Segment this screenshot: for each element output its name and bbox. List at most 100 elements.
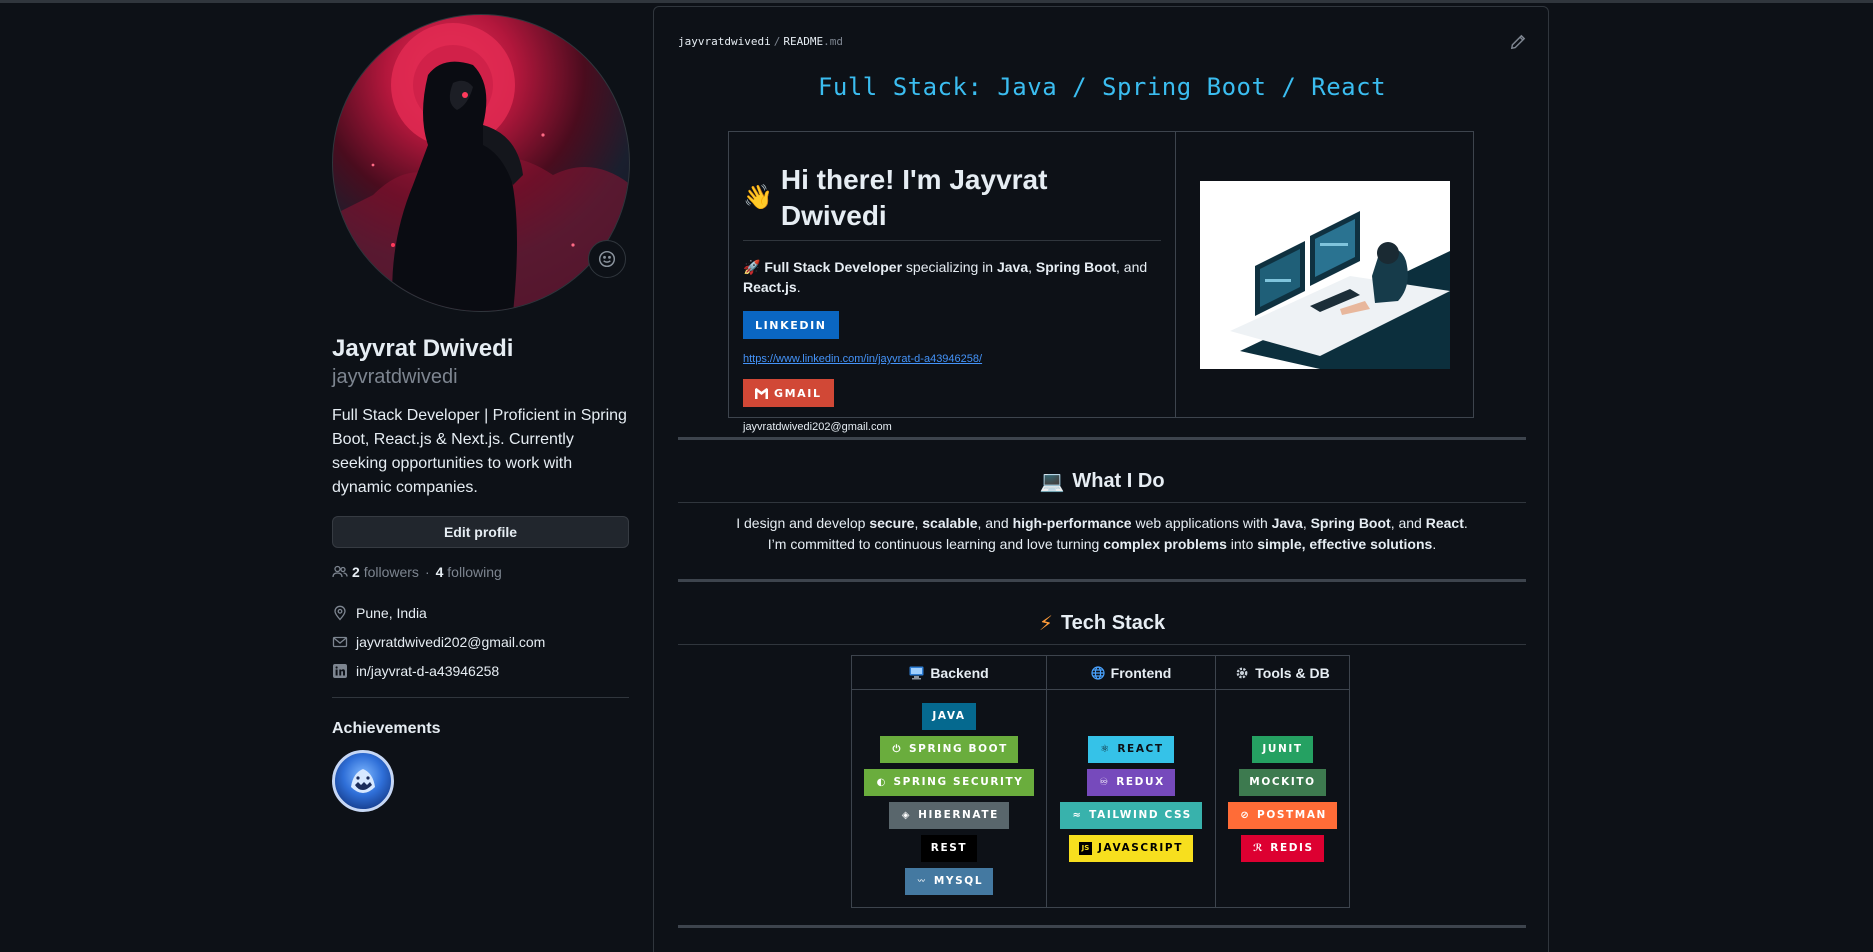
spring-security-badge: ◐ SPRING SECURITY — [864, 768, 1034, 796]
section-divider-2 — [678, 579, 1526, 582]
readme-card: jayvratdwivedi / README.md Full Stack: Jav… — [653, 6, 1549, 952]
postman-icon: ⊘ — [1240, 809, 1249, 821]
what-line-1: I design and develop secure, scalable, a… — [654, 513, 1550, 534]
badge-label: SPRING BOOT — [909, 743, 1008, 755]
following-label: following — [447, 564, 502, 580]
badge-label: REST — [930, 842, 968, 854]
following-link[interactable]: 4 following — [436, 564, 502, 580]
readme-path: jayvratdwivedi / README.md — [678, 35, 843, 48]
edit-profile-button[interactable]: Edit profile — [332, 516, 629, 548]
waving-hand-icon: 👋 — [743, 184, 773, 211]
email-link[interactable]: jayvratdwivedi202@gmail.com — [356, 634, 545, 650]
what-text: , and — [977, 515, 1013, 531]
what-bold: Spring Boot — [1310, 515, 1391, 531]
what-bold: React — [1425, 515, 1464, 531]
what-text: . — [1432, 536, 1437, 552]
react-icon: ⚛ — [1100, 743, 1110, 755]
intro-right-cell — [1176, 132, 1473, 417]
what-text: , — [1302, 515, 1311, 531]
followers-link[interactable]: 2 followers — [352, 564, 419, 580]
backend-header: Backend — [852, 656, 1046, 690]
profile-details: Pune, India jayvratdwivedi202@gmail.com … — [332, 598, 629, 685]
followers-label: followers — [363, 564, 419, 580]
what-bold: scalable — [922, 515, 978, 531]
what-line-2: I’m committed to continuous learning and… — [654, 534, 1550, 555]
mysql-badge: 〰 MYSQL — [904, 867, 994, 895]
rest-badge: REST — [920, 834, 978, 862]
badge-label: MYSQL — [933, 875, 984, 887]
developer-illustration — [1199, 180, 1450, 369]
what-text: . — [1463, 515, 1468, 531]
linkedin-badge[interactable]: LINKEDIN — [743, 311, 839, 339]
tools-badges: JUNIT MOCKITO ⊘ POSTMAN ℛ REDIS — [1228, 690, 1337, 907]
avatar-artwork — [333, 23, 629, 311]
what-bold: complex problems — [1103, 536, 1227, 552]
badge-label: JUNIT — [1262, 743, 1303, 755]
gear-icon — [1235, 666, 1249, 680]
location-text: Pune, India — [356, 604, 427, 621]
intro-spring: Spring Boot — [1035, 259, 1117, 275]
what-text: I’m committed to continuous learning and… — [767, 536, 1104, 552]
frontend-title: Frontend — [1110, 664, 1172, 681]
sidebar-divider — [332, 697, 629, 698]
pencil-icon[interactable] — [1509, 33, 1527, 51]
achievements-title: Achievements — [332, 720, 441, 737]
javascript-icon: JS — [1079, 841, 1092, 855]
followers-count: 2 — [352, 564, 360, 580]
badge-label: SPRING SECURITY — [893, 776, 1024, 788]
location-icon — [332, 605, 348, 621]
postman-badge: ⊘ POSTMAN — [1228, 801, 1337, 829]
what-bold: simple, effective solutions — [1257, 536, 1433, 552]
spring-boot-badge: ⏻ SPRING BOOT — [880, 735, 1018, 763]
redux-icon: ♾ — [1099, 776, 1109, 788]
intro-left-cell: 👋 Hi there! I'm Jayvrat Dwivedi 🚀 Full S… — [729, 132, 1176, 433]
computer-icon — [909, 666, 924, 680]
readme-owner-link[interactable]: jayvratdwivedi — [678, 35, 771, 48]
gmail-badge[interactable]: GMAIL — [743, 379, 834, 407]
linkedin-item[interactable]: in/jayvrat-d-a43946258 — [332, 656, 629, 685]
linkedin-icon — [332, 663, 348, 679]
tailwind-badge: ≈ TAILWIND CSS — [1060, 801, 1202, 829]
what-bold: secure — [869, 515, 915, 531]
smiley-icon[interactable] — [588, 240, 626, 278]
email-item[interactable]: jayvratdwivedi202@gmail.com — [332, 627, 629, 656]
what-bold: Java — [1271, 515, 1303, 531]
tailwind-icon: ≈ — [1072, 809, 1081, 821]
frontend-badges: ⚛ REACT ♾ REDUX ≈ TAILWIND CSS JS JAVASCRIPT — [1060, 690, 1202, 907]
badge-label: JAVA — [932, 710, 966, 722]
badge-label: POSTMAN — [1257, 809, 1327, 821]
laptop-icon: 💻 — [1039, 471, 1065, 493]
greeting-heading: 👋 Hi there! I'm Jayvrat Dwivedi — [743, 162, 1161, 241]
section-divider-1 — [678, 437, 1526, 440]
linkedin-url-link[interactable]: https://www.linkedin.com/in/jayvrat-d-a4… — [743, 353, 1161, 365]
mockito-badge: MOCKITO — [1239, 768, 1326, 796]
intro-comma: , — [1028, 259, 1036, 275]
mail-icon — [332, 634, 348, 650]
linkedin-link[interactable]: in/jayvrat-d-a43946258 — [356, 663, 499, 679]
profile-sidebar: Jayvrat Dwivedi jayvratdwivedi Full Stac… — [332, 14, 630, 812]
mysql-icon: 〰 — [917, 877, 925, 885]
what-i-do-title: What I Do — [1072, 470, 1165, 492]
redis-icon: ℛ — [1253, 842, 1263, 854]
badge-label: HIBERNATE — [918, 809, 999, 821]
badge-label: MOCKITO — [1249, 776, 1316, 788]
path-separator: / — [773, 35, 781, 48]
what-text: into — [1226, 536, 1258, 552]
avatar-container — [332, 14, 630, 312]
spring-boot-icon: ⏻ — [892, 743, 901, 755]
redux-badge: ♾ REDUX — [1087, 768, 1175, 796]
gmail-icon — [755, 387, 768, 399]
javascript-badge: JS JAVASCRIPT — [1069, 834, 1193, 862]
intro-react: React.js — [743, 279, 797, 295]
what-text: , and — [1390, 515, 1426, 531]
username: jayvratdwivedi — [332, 366, 458, 388]
java-badge: JAVA — [922, 702, 976, 730]
tech-stack-table: Backend JAVA ⏻ SPRING BOOT ◐ SPRING SECURI… — [851, 655, 1350, 908]
what-text: I design and develop — [736, 515, 870, 531]
avatar[interactable] — [332, 14, 630, 312]
badge-label: TAILWIND CSS — [1089, 809, 1192, 821]
badge-label: REDUX — [1116, 776, 1165, 788]
achievement-badge-shark-icon[interactable] — [332, 750, 394, 812]
frontend-column: Frontend ⚛ REACT ♾ REDUX ≈ TAILWIND CSS JS J… — [1046, 656, 1215, 907]
location-item: Pune, India — [332, 598, 629, 627]
